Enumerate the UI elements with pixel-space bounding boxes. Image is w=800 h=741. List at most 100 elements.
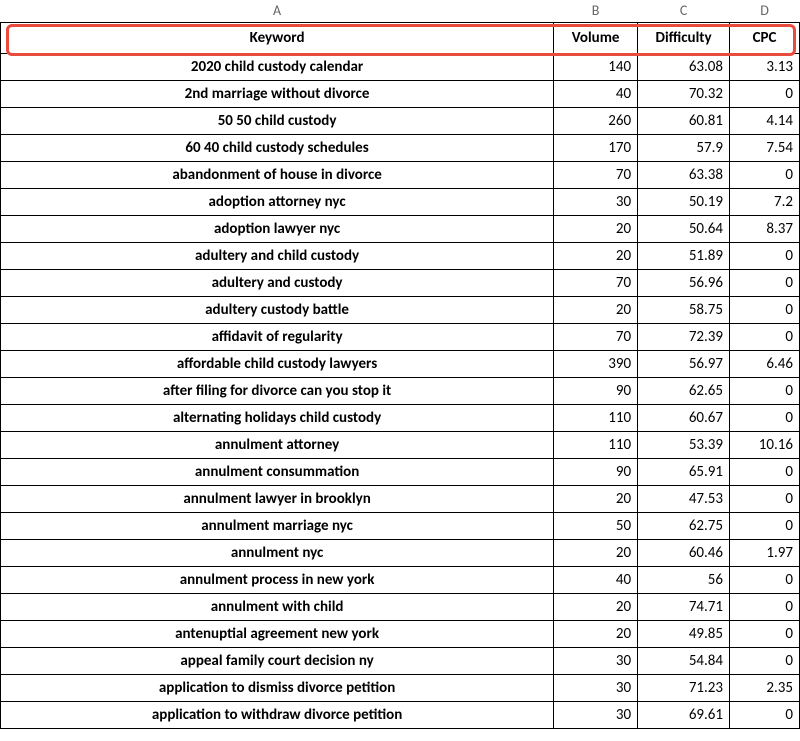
keyword-cell[interactable]: 60 40 child custody schedules [1, 134, 554, 161]
cpc-cell[interactable]: 7.2 [730, 188, 800, 215]
volume-cell[interactable]: 170 [554, 134, 638, 161]
volume-cell[interactable]: 70 [554, 269, 638, 296]
cpc-cell[interactable]: 4.14 [730, 107, 800, 134]
cpc-cell[interactable]: 3.13 [730, 53, 800, 80]
keyword-cell[interactable]: annulment process in new york [1, 566, 554, 593]
keyword-cell[interactable]: abandonment of house in divorce [1, 161, 554, 188]
cpc-cell[interactable]: 8.37 [730, 215, 800, 242]
keyword-cell[interactable]: adoption lawyer nyc [1, 215, 554, 242]
difficulty-cell[interactable]: 57.9 [638, 134, 730, 161]
volume-cell[interactable]: 70 [554, 323, 638, 350]
volume-cell[interactable]: 390 [554, 350, 638, 377]
cpc-cell[interactable]: 0 [730, 377, 800, 404]
cpc-cell[interactable]: 0 [730, 161, 800, 188]
cpc-cell[interactable]: 0 [730, 404, 800, 431]
difficulty-cell[interactable]: 72.39 [638, 323, 730, 350]
keyword-cell[interactable]: antenuptial agreement new york [1, 620, 554, 647]
difficulty-cell[interactable]: 51.89 [638, 242, 730, 269]
difficulty-cell[interactable]: 65.91 [638, 458, 730, 485]
keyword-cell[interactable]: adultery and custody [1, 269, 554, 296]
keyword-cell[interactable]: application to dismiss divorce petition [1, 674, 554, 701]
cpc-cell[interactable]: 0 [730, 80, 800, 107]
cpc-cell[interactable]: 1.97 [730, 539, 800, 566]
volume-cell[interactable]: 90 [554, 377, 638, 404]
cpc-cell[interactable]: 0 [730, 269, 800, 296]
keyword-cell[interactable]: annulment lawyer in brooklyn [1, 485, 554, 512]
column-letter-b[interactable]: B [554, 0, 638, 22]
keyword-cell[interactable]: application to withdraw divorce petition [1, 701, 554, 728]
difficulty-cell[interactable]: 50.19 [638, 188, 730, 215]
volume-cell[interactable]: 20 [554, 296, 638, 323]
keyword-cell[interactable]: annulment consummation [1, 458, 554, 485]
volume-cell[interactable]: 110 [554, 404, 638, 431]
volume-cell[interactable]: 20 [554, 242, 638, 269]
difficulty-cell[interactable]: 62.65 [638, 377, 730, 404]
keyword-cell[interactable]: 2020 child custody calendar [1, 53, 554, 80]
volume-cell[interactable]: 20 [554, 593, 638, 620]
keyword-cell[interactable]: 2nd marriage without divorce [1, 80, 554, 107]
difficulty-cell[interactable]: 56.97 [638, 350, 730, 377]
cpc-cell[interactable]: 0 [730, 458, 800, 485]
cpc-cell[interactable]: 0 [730, 296, 800, 323]
volume-cell[interactable]: 20 [554, 215, 638, 242]
column-letter-a[interactable]: A [1, 0, 554, 22]
difficulty-cell[interactable]: 47.53 [638, 485, 730, 512]
volume-cell[interactable]: 70 [554, 161, 638, 188]
difficulty-cell[interactable]: 60.67 [638, 404, 730, 431]
difficulty-cell[interactable]: 56.96 [638, 269, 730, 296]
keyword-cell[interactable]: annulment marriage nyc [1, 512, 554, 539]
difficulty-cell[interactable]: 62.75 [638, 512, 730, 539]
volume-cell[interactable]: 110 [554, 431, 638, 458]
difficulty-cell[interactable]: 71.23 [638, 674, 730, 701]
difficulty-cell[interactable]: 50.64 [638, 215, 730, 242]
keyword-cell[interactable]: annulment nyc [1, 539, 554, 566]
header-cpc[interactable]: CPC [730, 22, 800, 53]
cpc-cell[interactable]: 10.16 [730, 431, 800, 458]
cpc-cell[interactable]: 0 [730, 647, 800, 674]
volume-cell[interactable]: 30 [554, 188, 638, 215]
cpc-cell[interactable]: 6.46 [730, 350, 800, 377]
cpc-cell[interactable]: 0 [730, 323, 800, 350]
difficulty-cell[interactable]: 60.81 [638, 107, 730, 134]
cpc-cell[interactable]: 7.54 [730, 134, 800, 161]
volume-cell[interactable]: 30 [554, 701, 638, 728]
cpc-cell[interactable]: 0 [730, 620, 800, 647]
keyword-cell[interactable]: annulment attorney [1, 431, 554, 458]
header-difficulty[interactable]: Difficulty [638, 22, 730, 53]
keyword-cell[interactable]: affordable child custody lawyers [1, 350, 554, 377]
volume-cell[interactable]: 30 [554, 674, 638, 701]
keyword-cell[interactable]: affidavit of regularity [1, 323, 554, 350]
difficulty-cell[interactable]: 69.61 [638, 701, 730, 728]
column-letter-c[interactable]: C [638, 0, 730, 22]
difficulty-cell[interactable]: 49.85 [638, 620, 730, 647]
volume-cell[interactable]: 40 [554, 566, 638, 593]
keyword-cell[interactable]: adoption attorney nyc [1, 188, 554, 215]
volume-cell[interactable]: 20 [554, 620, 638, 647]
keyword-cell[interactable]: 50 50 child custody [1, 107, 554, 134]
header-volume[interactable]: Volume [554, 22, 638, 53]
difficulty-cell[interactable]: 60.46 [638, 539, 730, 566]
difficulty-cell[interactable]: 70.32 [638, 80, 730, 107]
cpc-cell[interactable]: 0 [730, 512, 800, 539]
cpc-cell[interactable]: 0 [730, 485, 800, 512]
difficulty-cell[interactable]: 58.75 [638, 296, 730, 323]
volume-cell[interactable]: 40 [554, 80, 638, 107]
column-letter-d[interactable]: D [730, 0, 800, 22]
keyword-cell[interactable]: annulment with child [1, 593, 554, 620]
keyword-cell[interactable]: appeal family court decision ny [1, 647, 554, 674]
cpc-cell[interactable]: 0 [730, 701, 800, 728]
volume-cell[interactable]: 90 [554, 458, 638, 485]
difficulty-cell[interactable]: 63.08 [638, 53, 730, 80]
cpc-cell[interactable]: 0 [730, 242, 800, 269]
cpc-cell[interactable]: 0 [730, 566, 800, 593]
keyword-cell[interactable]: adultery custody battle [1, 296, 554, 323]
difficulty-cell[interactable]: 53.39 [638, 431, 730, 458]
keyword-cell[interactable]: adultery and child custody [1, 242, 554, 269]
volume-cell[interactable]: 260 [554, 107, 638, 134]
difficulty-cell[interactable]: 54.84 [638, 647, 730, 674]
volume-cell[interactable]: 50 [554, 512, 638, 539]
header-keyword[interactable]: Keyword [1, 22, 554, 53]
difficulty-cell[interactable]: 56 [638, 566, 730, 593]
cpc-cell[interactable]: 0 [730, 593, 800, 620]
volume-cell[interactable]: 20 [554, 485, 638, 512]
